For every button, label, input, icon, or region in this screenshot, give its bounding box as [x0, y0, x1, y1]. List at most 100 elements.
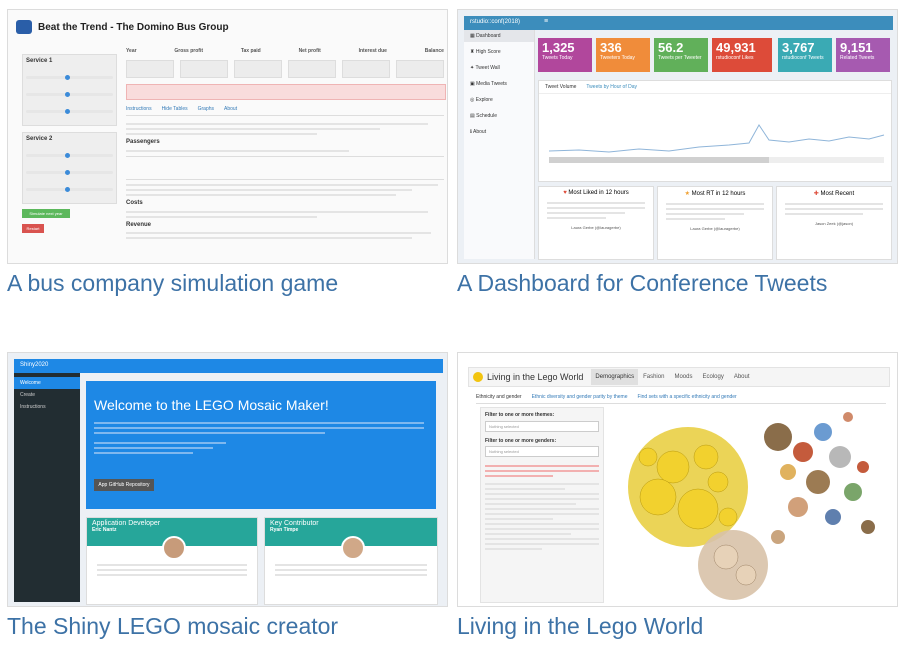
column-header: Net profit — [298, 48, 321, 54]
most-rt-column: ★ Most RT in 12 hours Laura Gerbe (@laur… — [657, 186, 773, 260]
card-title: Application Developer — [92, 520, 161, 527]
slider[interactable] — [26, 108, 113, 114]
sidebar-item-dashboard[interactable]: ▦ Dashboard — [464, 30, 534, 42]
developer-card: Application Developer Eric Nantz — [86, 517, 258, 605]
caption-lego-mosaic[interactable]: The Shiny LEGO mosaic creator — [7, 613, 338, 640]
results-columns: Year Gross profit Tax paid Net profit In… — [126, 48, 444, 55]
slider[interactable] — [26, 74, 113, 80]
stat-box: 1,325 Tweets Today — [538, 38, 592, 72]
gender-select[interactable]: Nothing selected — [485, 446, 599, 457]
filter-label: Filter to one or more genders: — [485, 437, 557, 444]
filter-panel: Filter to one or more themes: Nothing se… — [480, 407, 604, 603]
app-title: Living in the Lego World — [487, 372, 584, 382]
nav-about[interactable]: About — [729, 369, 755, 385]
app-topbar: Shiny2020 — [14, 359, 443, 373]
section-heading: Revenue — [126, 221, 152, 228]
thumbnail-tweet-dashboard[interactable]: rstudio::conf(2018) ≡ ▦ Dashboard ♜ High… — [457, 9, 898, 264]
tab-about[interactable]: About — [224, 106, 237, 113]
tweet-volume-line — [548, 124, 885, 153]
caption-bus-game[interactable]: A bus company simulation game — [7, 270, 338, 297]
stat-box: 3,767 rstudioconf Tweets — [778, 38, 832, 72]
tab-ethnic-diversity[interactable]: Ethnic diversity and gender parity by th… — [532, 394, 628, 400]
thumbnail-bus-game[interactable]: Beat the Trend - The Domino Bus Group Se… — [7, 9, 448, 264]
sidebar-item-instructions[interactable]: Instructions — [14, 401, 80, 413]
slider[interactable] — [26, 91, 113, 97]
contributor-name: Ryan Timpe — [270, 527, 299, 533]
bubble-cluster-yellow — [628, 427, 748, 547]
nav-fashion[interactable]: Fashion — [638, 369, 669, 385]
tweet-volume-chart — [548, 124, 885, 163]
avatar — [341, 536, 365, 560]
github-repo-button[interactable]: App GitHub Repository — [94, 479, 154, 491]
column-header: Year — [126, 48, 137, 54]
restart-button[interactable]: Restart — [22, 224, 44, 233]
stat-box: 49,931 rstudioconf Likes — [712, 38, 772, 72]
tab-instructions[interactable]: Instructions — [126, 106, 152, 113]
nav-demographics[interactable]: Demographics — [591, 369, 639, 385]
slider[interactable] — [26, 169, 113, 175]
section-heading: Costs — [126, 199, 143, 206]
developer-name: Eric Nantz — [92, 527, 117, 533]
card-title: Key Contributor — [270, 520, 319, 527]
bubble-chart — [628, 412, 875, 600]
tweet-author: Jason Zeek (@jason) — [814, 221, 854, 226]
alert-box — [126, 84, 446, 100]
value-boxes — [126, 60, 444, 78]
column-header: Gross profit — [174, 48, 204, 54]
most-liked-column: ♥ Most Liked in 12 hours Laura Gerbe (@l… — [538, 186, 654, 260]
range-selector — [549, 157, 769, 163]
chart-panel: Tweet Volume Tweets by Hour of Day — [538, 80, 892, 182]
tweet-author: Laura Gerbe (@lauragerbe) — [690, 226, 740, 231]
app-header: Beat the Trend - The Domino Bus Group — [16, 20, 229, 34]
bubble-cluster-tan — [698, 530, 768, 600]
tab-hide-tables[interactable]: Hide Tables — [162, 106, 188, 113]
column-header: Interest due — [358, 48, 387, 54]
sidebar-item-explore[interactable]: ◎ Explore — [464, 94, 534, 106]
hero-title: Welcome to the LEGO Mosaic Maker! — [94, 397, 329, 413]
range-selector-handle — [769, 157, 884, 163]
sidebar-item-tweet-wall[interactable]: ✦ Tweet Wall — [464, 62, 534, 74]
bus-icon — [16, 20, 32, 34]
stat-box: 9,151 Related Tweets — [836, 38, 890, 72]
sidebar-item-create[interactable]: Create — [14, 389, 80, 401]
filter-label: Filter to one or more themes: — [485, 412, 555, 418]
sidebar-item-welcome[interactable]: Welcome — [14, 377, 80, 389]
lego-smiley-icon — [473, 372, 483, 382]
nav-ecology[interactable]: Ecology — [697, 369, 728, 385]
tab-graphs[interactable]: Graphs — [198, 106, 214, 113]
tab-bar: Instructions Hide Tables Graphs About — [126, 106, 444, 116]
service1-label: Service 1 — [26, 58, 53, 64]
instructions-text: Passengers Costs Revenue — [126, 120, 444, 242]
slider[interactable] — [26, 152, 113, 158]
tab-tweet-volume[interactable]: Tweet Volume — [545, 84, 576, 90]
app-title: Beat the Trend - The Domino Bus Group — [38, 21, 229, 33]
contributor-card: Key Contributor Ryan Timpe — [264, 517, 438, 605]
sidebar-item-about[interactable]: ℹ About — [464, 126, 534, 138]
star-icon: ★ — [684, 191, 692, 197]
stat-box: 336 Tweeters Today — [596, 38, 650, 72]
avatar — [162, 536, 186, 560]
menu-icon[interactable]: ≡ — [544, 18, 548, 25]
sidebar-item-media-tweets[interactable]: ▣ Media Tweets — [464, 78, 534, 90]
sidebar: Welcome Create Instructions — [14, 373, 80, 602]
thumbnail-lego-mosaic[interactable]: Shiny2020 Welcome Create Instructions We… — [7, 352, 448, 607]
tab-ethnicity-gender[interactable]: Ethnicity and gender — [476, 394, 522, 400]
tweet-author: Laura Gerbe (@lauragerbe) — [571, 225, 621, 230]
caption-lego-world[interactable]: Living in the Lego World — [457, 613, 703, 640]
nav-moods[interactable]: Moods — [669, 369, 697, 385]
hero-panel: Welcome to the LEGO Mosaic Maker! App Gi… — [86, 381, 436, 509]
app-navbar: Living in the Lego World Demographics Fa… — [468, 367, 890, 387]
bubble-cluster-mixed — [764, 412, 875, 544]
simulate-button[interactable]: Simulate next year — [22, 209, 70, 218]
tab-tweets-by-hour[interactable]: Tweets by Hour of Day — [586, 84, 637, 90]
caption-tweet-dashboard[interactable]: A Dashboard for Conference Tweets — [457, 270, 827, 297]
brand-label: rstudio::conf(2018) — [470, 19, 521, 25]
column-header: Tax paid — [240, 48, 261, 54]
sidebar-item-high-score[interactable]: ♜ High Score — [464, 46, 534, 58]
theme-select[interactable]: Nothing selected — [485, 420, 599, 432]
slider[interactable] — [26, 186, 113, 192]
service2-panel: Service 2 — [22, 132, 117, 204]
thumbnail-lego-world[interactable]: Living in the Lego World Demographics Fa… — [457, 352, 898, 607]
sidebar-item-schedule[interactable]: ▤ Schedule — [464, 110, 534, 122]
app-topbar: rstudio::conf(2018) ≡ — [464, 16, 893, 30]
